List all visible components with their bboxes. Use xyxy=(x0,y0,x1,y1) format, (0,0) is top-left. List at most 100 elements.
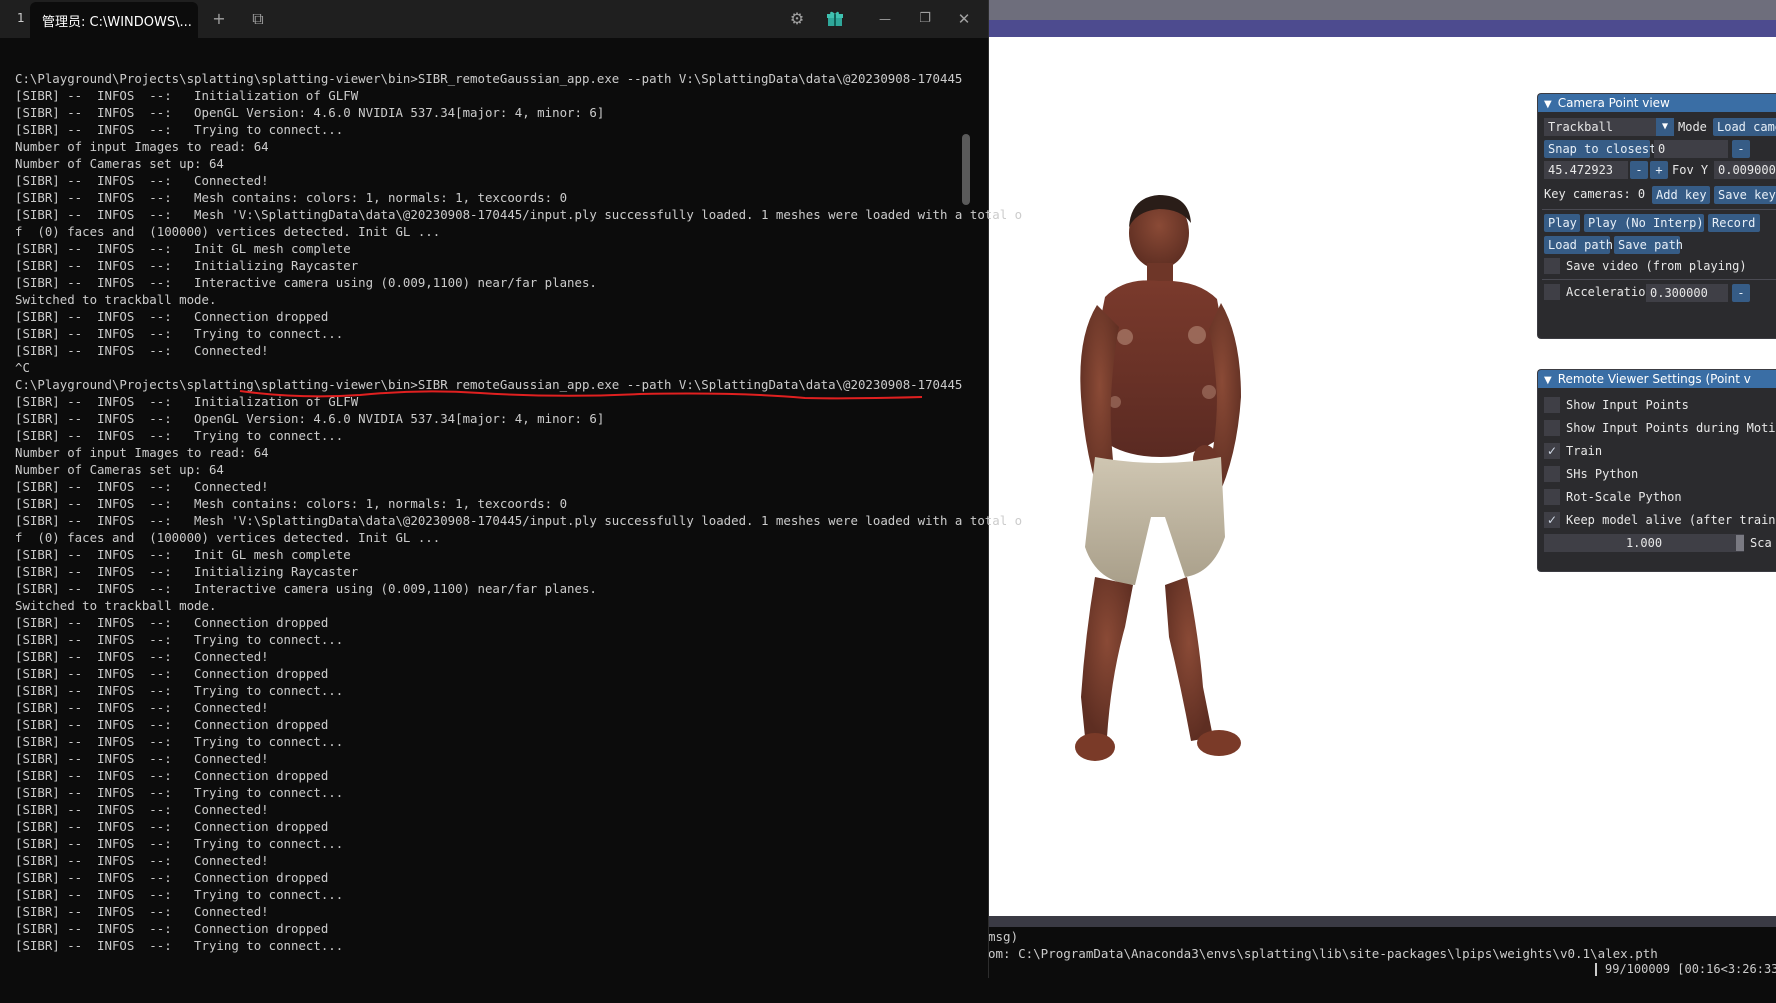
terminal-line: [SIBR] -- INFOS --: Trying to connect... xyxy=(15,785,344,800)
gift-glyph xyxy=(827,11,843,26)
gift-icon[interactable] xyxy=(823,8,847,30)
tab-title: 管理员: C:\WINDOWS\... xyxy=(42,15,192,30)
terminal-line: Number of input Images to read: 64 xyxy=(15,445,269,460)
terminal-line: [SIBR] -- INFOS --: Initialization of GL… xyxy=(15,394,359,409)
terminal-line: [SIBR] -- INFOS --: Connection dropped xyxy=(15,666,329,681)
load-camera-button[interactable]: Load came xyxy=(1713,118,1776,136)
new-tab-icon[interactable]: + xyxy=(207,8,231,30)
terminal-line: [SIBR] -- INFOS --: Trying to connect... xyxy=(15,887,344,902)
train-label: Train xyxy=(1566,444,1603,458)
shs-python-label: SHs Python xyxy=(1566,467,1639,481)
acceleration-minus-button[interactable]: - xyxy=(1732,284,1750,302)
terminal-line: [SIBR] -- INFOS --: Connection dropped xyxy=(15,819,329,834)
terminal-line: [SIBR] -- INFOS --: Trying to connect... xyxy=(15,938,344,953)
camera-mode-select[interactable]: Trackball xyxy=(1544,118,1656,136)
slider-grab-handle[interactable] xyxy=(1736,535,1744,551)
terminal-line: [SIBR] -- INFOS --: Initializing Raycast… xyxy=(15,258,359,273)
show-input-points-checkbox[interactable] xyxy=(1544,397,1560,413)
viewer-window-bottom xyxy=(985,916,1776,927)
terminal-line: [SIBR] -- INFOS --: Connection dropped xyxy=(15,870,329,885)
maximize-icon[interactable]: ❐ xyxy=(913,8,937,30)
windows-terminal-window: 1 管理员: C:\WINDOWS\... ✕ + ⧉ ⚙ — ❐ ✕ C:\P… xyxy=(0,0,1022,978)
acceleration-field[interactable]: 0.300000 xyxy=(1646,284,1728,302)
play-no-interp-button[interactable]: Play (No Interp) xyxy=(1584,214,1704,232)
background-terminal-line: msg) xyxy=(988,929,1019,944)
scaling-slider[interactable]: 1.000 xyxy=(1544,534,1744,552)
add-key-button[interactable]: Add key xyxy=(1652,186,1710,204)
terminal-line: [SIBR] -- INFOS --: Mesh contains: color… xyxy=(15,190,568,205)
camera-point-view-panel: ▼ Camera Point view Trackball ▼ Mode Load… xyxy=(1537,93,1776,339)
close-icon[interactable]: ✕ xyxy=(952,8,976,30)
terminal-line: [SIBR] -- INFOS --: Trying to connect... xyxy=(15,632,344,647)
snap-index-field[interactable]: 0 xyxy=(1654,140,1728,158)
show-input-points-label: Show Input Points xyxy=(1566,398,1689,412)
show-input-points-motion-checkbox[interactable] xyxy=(1544,420,1560,436)
play-button[interactable]: Play xyxy=(1544,214,1580,232)
terminal-line: Number of Cameras set up: 64 xyxy=(15,156,224,171)
terminal-line: [SIBR] -- INFOS --: Connected! xyxy=(15,751,269,766)
save-path-button[interactable]: Save path xyxy=(1614,236,1683,254)
rot-scale-python-checkbox[interactable] xyxy=(1544,489,1560,505)
terminal-line: Switched to trackball mode. xyxy=(15,292,217,307)
terminal-line: [SIBR] -- INFOS --: Connected! xyxy=(15,479,269,494)
tab-index: 1 xyxy=(17,11,25,25)
collapse-triangle-icon[interactable]: ▼ xyxy=(1544,99,1552,110)
new-window-icon[interactable]: ⧉ xyxy=(246,8,270,30)
fov-minus-button[interactable]: - xyxy=(1630,161,1648,179)
collapse-triangle-icon[interactable]: ▼ xyxy=(1544,375,1552,386)
terminal-line: Number of Cameras set up: 64 xyxy=(15,462,224,477)
terminal-line: f (0) faces and (100000) vertices detect… xyxy=(15,224,441,239)
save-video-label: Save video (from playing) xyxy=(1566,259,1747,273)
terminal-output[interactable]: C:\Playground\Projects\splatting\splatti… xyxy=(0,38,1022,978)
acceleration-checkbox[interactable] xyxy=(1544,284,1560,300)
train-checkbox[interactable]: ✓ xyxy=(1544,443,1560,459)
terminal-line: [SIBR] -- INFOS --: Connected! xyxy=(15,173,269,188)
terminal-line: [SIBR] -- INFOS --: Trying to connect... xyxy=(15,683,344,698)
camera-panel-title[interactable]: ▼ Camera Point view xyxy=(1538,94,1776,112)
save-video-checkbox[interactable] xyxy=(1544,258,1560,274)
key-cameras-label: Key cameras: 0 xyxy=(1544,187,1646,201)
scrollbar-thumb[interactable] xyxy=(962,134,970,205)
minimize-icon[interactable]: — xyxy=(873,8,897,30)
remote-viewer-settings-panel: ▼ Remote Viewer Settings (Point v Show In… xyxy=(1537,369,1776,572)
background-terminal-line: om: C:\ProgramData\Anaconda3\envs\splatt… xyxy=(988,946,1658,961)
terminal-line: [SIBR] -- INFOS --: OpenGL Version: 4.6.… xyxy=(15,105,605,120)
background-window-titlebar xyxy=(985,0,1776,20)
training-progress-text: 99/100009 [00:16<3:26:33 xyxy=(1605,962,1776,976)
terminal-line: Number of input Images to read: 64 xyxy=(15,139,269,154)
terminal-line: [SIBR] -- INFOS --: Connected! xyxy=(15,700,269,715)
settings-icon[interactable]: ⚙ xyxy=(785,8,809,30)
progress-bar-edge xyxy=(1595,963,1597,976)
terminal-tab[interactable]: 管理员: C:\WINDOWS\... ✕ xyxy=(30,2,198,38)
terminal-line: [SIBR] -- INFOS --: Trying to connect... xyxy=(15,734,344,749)
load-path-button[interactable]: Load path xyxy=(1544,236,1613,254)
fov-value-field[interactable]: 45.472923 xyxy=(1544,161,1628,179)
terminal-line: C:\Playground\Projects\splatting\splatti… xyxy=(15,71,963,86)
terminal-line: [SIBR] -- INFOS --: Connection dropped xyxy=(15,717,329,732)
snap-minus-button[interactable]: - xyxy=(1732,140,1750,158)
terminal-line: [SIBR] -- INFOS --: Connected! xyxy=(15,649,269,664)
record-button[interactable]: Record xyxy=(1708,214,1760,232)
fov-plus-button[interactable]: + xyxy=(1650,161,1668,179)
viewer-window-titlebar[interactable] xyxy=(985,20,1776,37)
shs-python-checkbox[interactable] xyxy=(1544,466,1560,482)
scaling-slider-value: 1.000 xyxy=(1625,536,1663,550)
snap-to-closest-button[interactable]: Snap to closest xyxy=(1544,140,1656,158)
chevron-down-icon[interactable]: ▼ xyxy=(1656,118,1674,136)
sibr-viewer-canvas[interactable]: ▼ Camera Point view Trackball ▼ Mode Load… xyxy=(985,37,1776,916)
terminal-line: [SIBR] -- INFOS --: Interactive camera u… xyxy=(15,581,597,596)
terminal-titlebar[interactable]: 1 管理员: C:\WINDOWS\... ✕ + ⧉ ⚙ — ❐ ✕ xyxy=(0,0,988,38)
terminal-line: [SIBR] -- INFOS --: Init GL mesh complet… xyxy=(15,241,351,256)
save-key-button[interactable]: Save key xyxy=(1714,186,1776,204)
divider xyxy=(1542,279,1776,280)
fov-label: Fov Y xyxy=(1672,163,1709,177)
background-progress-line: 99/100009 [00:16<3:26:33 xyxy=(985,961,1776,978)
remote-panel-title[interactable]: ▼ Remote Viewer Settings (Point v xyxy=(1538,370,1776,388)
scaling-label: Sca xyxy=(1750,536,1772,550)
terminal-line: [SIBR] -- INFOS --: Connected! xyxy=(15,904,269,919)
near-plane-field[interactable]: 0.009000 xyxy=(1714,161,1776,179)
terminal-line: [SIBR] -- INFOS --: Mesh 'V:\SplattingDa… xyxy=(15,513,1023,528)
terminal-line: [SIBR] -- INFOS --: Init GL mesh complet… xyxy=(15,547,351,562)
keep-model-alive-checkbox[interactable]: ✓ xyxy=(1544,512,1560,528)
terminal-line: [SIBR] -- INFOS --: Interactive camera u… xyxy=(15,275,597,290)
